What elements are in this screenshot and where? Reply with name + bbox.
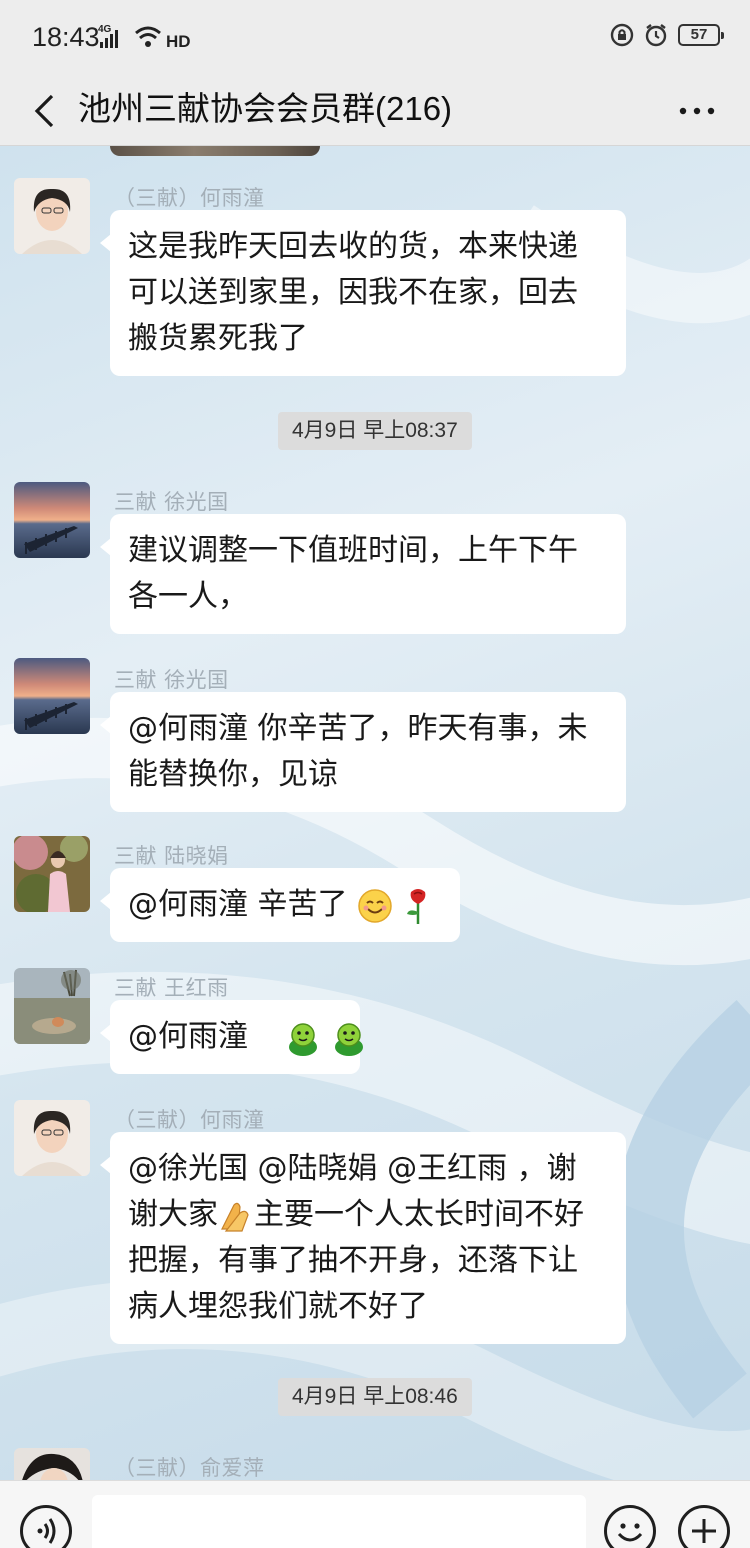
frog-emoji-icon [289, 1022, 318, 1056]
voice-button[interactable] [20, 1505, 72, 1548]
network-type-label: 4G [98, 24, 112, 35]
message-input[interactable] [92, 1495, 586, 1548]
message-text: @徐光国 @陆晓娟 @王红雨 ，谢 [128, 1151, 577, 1186]
image-message-fragment[interactable] [110, 146, 320, 156]
avatar[interactable] [14, 178, 90, 254]
message-text-row: @何雨潼 辛苦了 [128, 882, 442, 928]
chat-title: 池州三献协会会员群(216) [78, 90, 453, 127]
emoji-button[interactable] [604, 1505, 656, 1548]
avatar[interactable] [14, 1100, 90, 1176]
message-timestamp: 4月9日 早上08:37 [278, 412, 472, 450]
message-text: 病人埋怨我们就不好了 [128, 1289, 428, 1324]
message-text: 能替换你，见谅 [128, 757, 338, 792]
sender-name: （三献）何雨潼 [114, 1108, 265, 1132]
more-dots-icon [679, 107, 715, 115]
message-text: 把握，有事了抽不开身，还落下让 [128, 1243, 578, 1278]
battery-indicator: 57 [678, 24, 724, 46]
frog-emoji-icon [334, 1022, 363, 1056]
message-bubble[interactable]: @何雨潼 [100, 1000, 363, 1074]
avatar[interactable] [14, 836, 90, 912]
status-bar: 18:43 4G HD 57 [0, 0, 750, 76]
message-text: 可以送到家里，因我不在家，回去 [128, 275, 578, 310]
avatar[interactable] [14, 482, 90, 558]
message-text: 各一人， [128, 579, 248, 614]
sender-name: 三献 徐光国 [114, 668, 229, 692]
emoji-icon [617, 1523, 643, 1542]
message-bubble[interactable]: 建议调整一下值班时间，上午下午 各一人， [100, 514, 626, 634]
network-status: 4G HD [98, 22, 193, 56]
avatar[interactable] [14, 658, 90, 734]
lock-icon [610, 23, 634, 47]
message-text: 建议调整一下值班时间，上午下午 [128, 533, 578, 568]
plus-button[interactable] [678, 1505, 730, 1548]
folded-hands-emoji-icon [221, 1202, 249, 1232]
sender-name: 三献 陆晓娟 [114, 844, 229, 868]
message-text: 搬货累死我了 [128, 321, 308, 356]
alarm-icon [645, 24, 667, 47]
message-bubble[interactable]: @徐光国 @陆晓娟 @王红雨 ，谢 谢大家 主要一个人太长时间不好 把握，有事了… [100, 1132, 626, 1344]
avatar[interactable] [14, 968, 90, 1044]
message-text: 这是我昨天回去收的货，本来快递 [128, 229, 578, 264]
message-text: @何雨潼 [128, 1019, 248, 1054]
more-options-button[interactable] [672, 86, 722, 136]
chat-header: 池州三献协会会员群(216) [0, 76, 750, 146]
sender-name: （三献）俞爱萍 [114, 1456, 265, 1480]
message-bubble[interactable]: 这是我昨天回去收的货，本来快递 可以送到家里，因我不在家，回去 搬货累死我了 [100, 210, 626, 376]
rose-emoji-icon [406, 888, 426, 924]
back-button[interactable] [22, 86, 66, 136]
sender-name: （三献）何雨潼 [114, 186, 265, 210]
message-text-row: 谢大家 主要一个人太长时间不好 [128, 1192, 608, 1238]
voice-icon [37, 1518, 56, 1544]
status-time: 18:43 [32, 22, 100, 52]
message-bubble[interactable]: @何雨潼 你辛苦了，昨天有事，未 能替换你，见谅 [100, 692, 626, 812]
input-bar [0, 1480, 750, 1548]
status-icons: 57 [610, 23, 724, 47]
chevron-left-icon [34, 94, 54, 128]
message-bubble[interactable]: @何雨潼 辛苦了 [100, 868, 460, 942]
hd-label: HD [166, 32, 191, 51]
sender-name: 三献 徐光国 [114, 490, 229, 514]
message-list[interactable]: （三献）何雨潼 这是我昨天回去收的货，本来快递 可以送到家里，因我不在家，回去 … [0, 146, 750, 1480]
message-text-row: @何雨潼 [128, 1014, 363, 1060]
plus-icon [692, 1519, 716, 1543]
avatar[interactable] [14, 1448, 90, 1480]
message-text: 主要一个人太长时间不好 [254, 1197, 584, 1232]
message-text: @何雨潼 辛苦了 [128, 887, 348, 922]
message-text: 谢大家 [128, 1197, 218, 1232]
message-timestamp: 4月9日 早上08:46 [278, 1378, 472, 1416]
message-text: @何雨潼 你辛苦了，昨天有事，未 [128, 711, 588, 746]
smile-emoji-icon [358, 888, 392, 923]
sender-name: 三献 王红雨 [114, 976, 229, 1000]
